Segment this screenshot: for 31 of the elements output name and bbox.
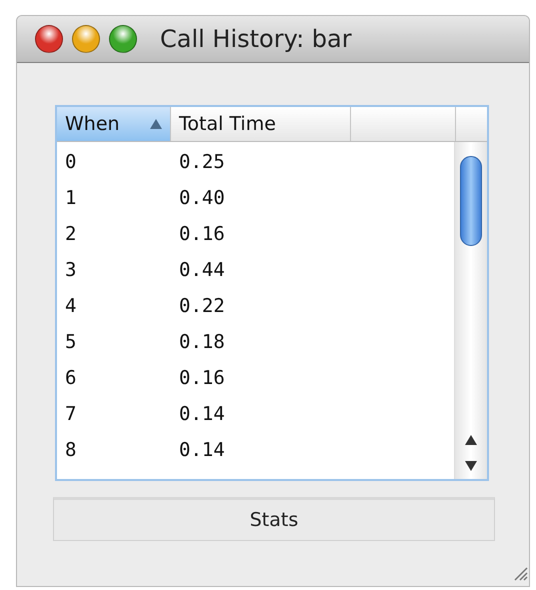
table-cell-text: 0.14 <box>178 403 226 425</box>
scroll-down-icon[interactable] <box>465 461 477 471</box>
table-cell-text: 3 <box>64 259 78 281</box>
table-cell-text: 7 <box>64 403 78 425</box>
table-cell-text: 0.14 <box>178 439 226 461</box>
stats-button[interactable]: Stats <box>53 497 495 541</box>
zoom-button[interactable] <box>109 25 137 53</box>
table-cell-text: 0.16 <box>178 367 226 389</box>
resize-grip-icon[interactable] <box>512 565 528 581</box>
table-cell-text: 0.22 <box>178 295 226 317</box>
table-cell-text: 1 <box>64 187 78 209</box>
window-title: Call History: bar <box>160 25 352 53</box>
table-cell-text: 0.44 <box>178 259 226 281</box>
table-cell-text: 0.18 <box>178 331 226 353</box>
table-cell-text: 5 <box>64 331 78 353</box>
column-header[interactable]: Total Time <box>171 107 351 141</box>
close-button[interactable] <box>35 25 63 53</box>
table-cell-text: 0.16 <box>178 223 226 245</box>
minimize-button[interactable] <box>72 25 100 53</box>
table-cell-text: 4 <box>64 295 78 317</box>
scroll-thumb[interactable] <box>460 156 482 246</box>
table-cell-text: 0 <box>64 151 78 173</box>
table-cell-text: 0.40 <box>178 187 226 209</box>
table-cell-text: 2 <box>64 223 78 245</box>
table-cell-text: 0.25 <box>178 151 226 173</box>
sort-ascending-icon <box>150 119 162 129</box>
table-cell-text: 6 <box>64 367 78 389</box>
table-cell-text: 8 <box>64 439 78 461</box>
scroll-up-icon[interactable] <box>465 435 477 445</box>
column-header[interactable]: When <box>57 107 171 141</box>
scroll-bar[interactable] <box>454 142 487 479</box>
